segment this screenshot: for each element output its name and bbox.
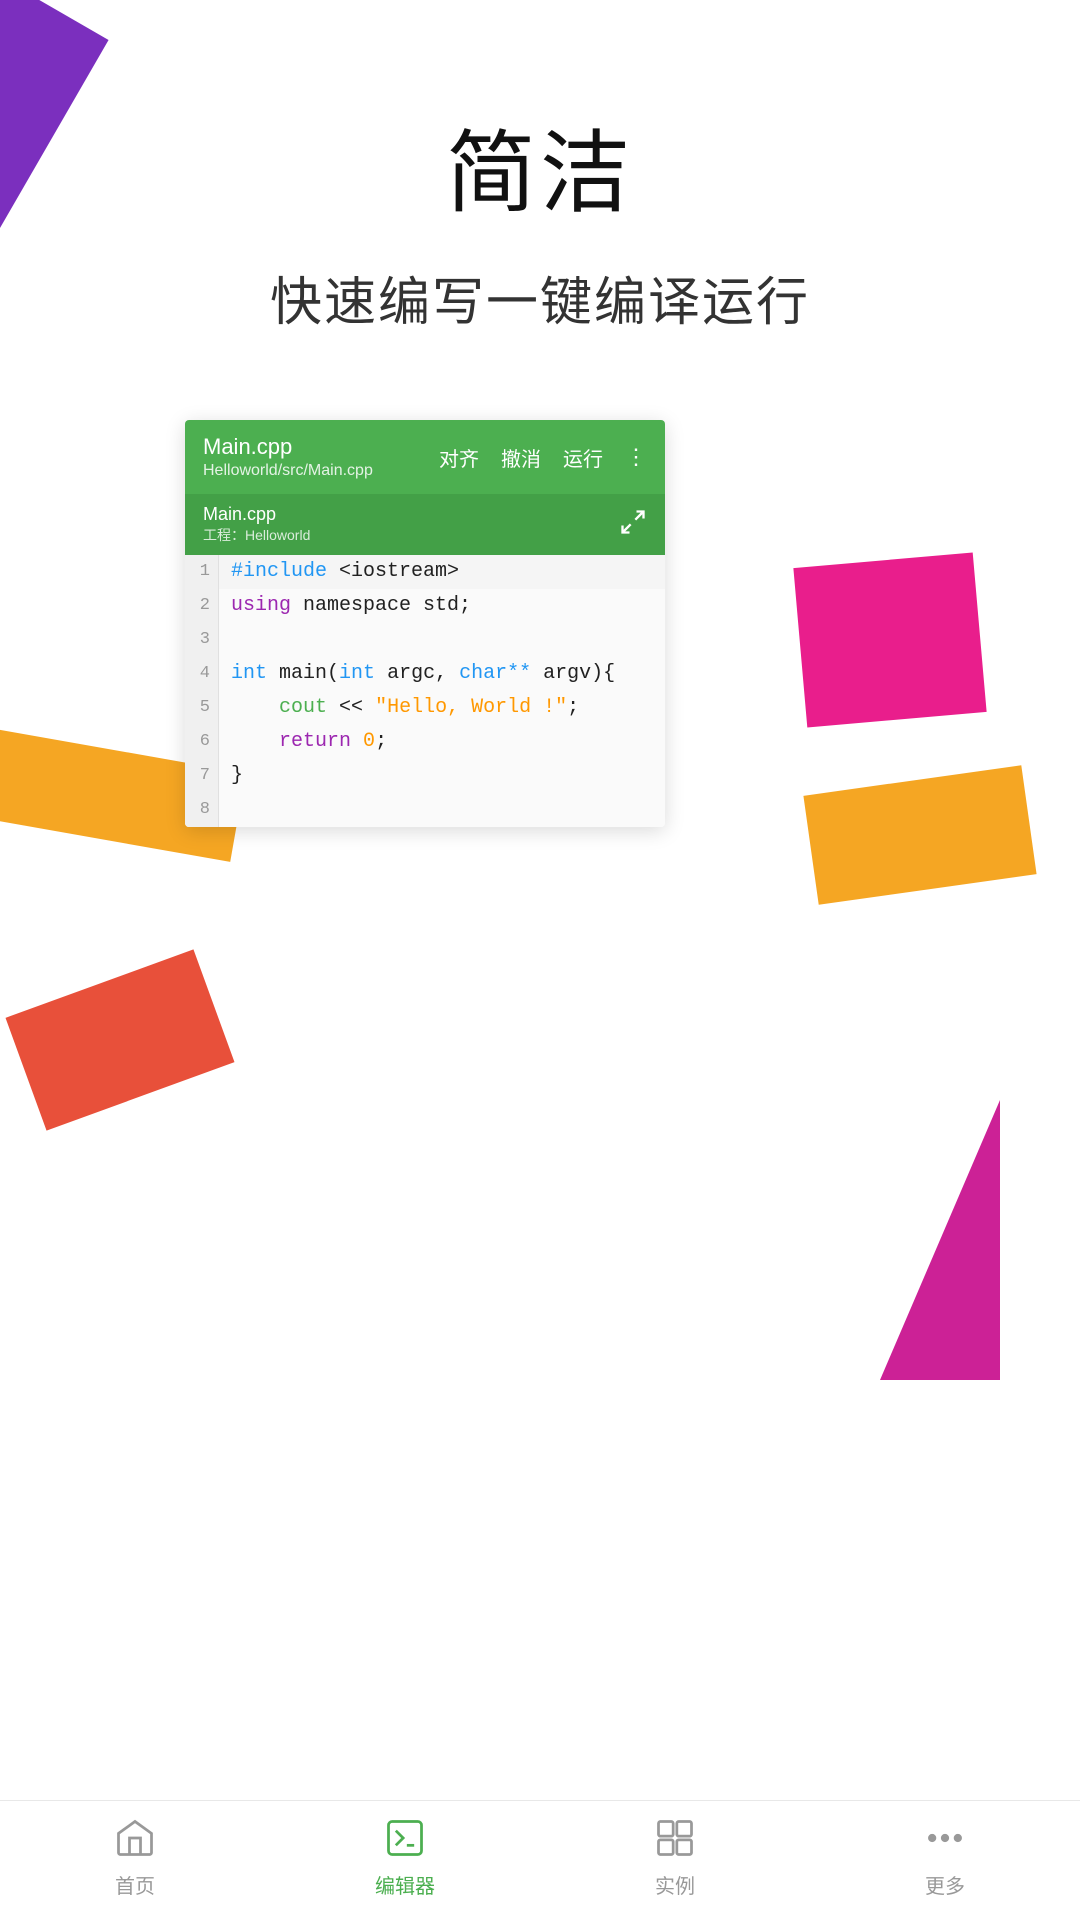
align-button[interactable]: 对齐 — [439, 443, 479, 472]
editor-tab-project: 工程：Helloworld — [203, 525, 310, 545]
undo-button[interactable]: 撤消 — [501, 443, 541, 472]
editor-filepath: Helloworld/src/Main.cpp — [203, 462, 439, 480]
editor-icon — [379, 1812, 431, 1864]
editor-tab-name: Main.cpp — [203, 504, 310, 525]
nav-item-home[interactable]: 首页 — [0, 1812, 270, 1899]
code-line-5: 5 cout << "Hello, World !"; — [185, 691, 665, 725]
nav-label-examples: 实例 — [655, 1870, 695, 1899]
code-line-8: 8 — [185, 793, 665, 827]
editor-card: Main.cpp Helloworld/src/Main.cpp 对齐 撤消 运… — [185, 420, 665, 827]
code-area[interactable]: 1 #include <iostream> 2 using namespace … — [185, 555, 665, 827]
examples-icon — [649, 1812, 701, 1864]
decoration-pink — [793, 552, 986, 727]
code-line-2: 2 using namespace std; — [185, 589, 665, 623]
editor-filename: Main.cpp — [203, 434, 439, 460]
run-button[interactable]: 运行 — [563, 443, 603, 472]
bottom-nav: 首页 编辑器 实例 — [0, 1800, 1080, 1920]
nav-label-more: 更多 — [925, 1870, 965, 1899]
editor-toolbar: Main.cpp Helloworld/src/Main.cpp 对齐 撤消 运… — [185, 420, 665, 494]
nav-label-home: 首页 — [115, 1870, 155, 1899]
decoration-red — [6, 949, 235, 1130]
code-line-6: 6 return 0; — [185, 725, 665, 759]
code-line-3: 3 — [185, 623, 665, 657]
nav-item-editor[interactable]: 编辑器 — [270, 1812, 540, 1899]
more-button[interactable]: ⋮ — [625, 444, 647, 470]
code-line-7: 7 } — [185, 759, 665, 793]
page-title: 简洁 — [0, 0, 1080, 230]
nav-item-examples[interactable]: 实例 — [540, 1812, 810, 1899]
editor-actions: 对齐 撤消 运行 ⋮ — [439, 443, 647, 472]
page-subtitle: 快速编写一键编译运行 — [0, 260, 1080, 335]
code-line-1: 1 #include <iostream> — [185, 555, 665, 589]
decoration-orange-right — [803, 765, 1036, 905]
editor-tab-info: Main.cpp 工程：Helloworld — [203, 504, 310, 545]
nav-label-editor: 编辑器 — [375, 1870, 435, 1899]
decoration-magenta — [880, 1100, 1000, 1380]
code-line-4: 4 int main(int argc, char** argv){ — [185, 657, 665, 691]
editor-tab-bar: Main.cpp 工程：Helloworld — [185, 494, 665, 555]
home-icon — [109, 1812, 161, 1864]
more-nav-icon — [919, 1812, 971, 1864]
editor-file-info: Main.cpp Helloworld/src/Main.cpp — [203, 434, 439, 480]
nav-item-more[interactable]: 更多 — [810, 1812, 1080, 1899]
expand-icon[interactable] — [619, 508, 647, 542]
